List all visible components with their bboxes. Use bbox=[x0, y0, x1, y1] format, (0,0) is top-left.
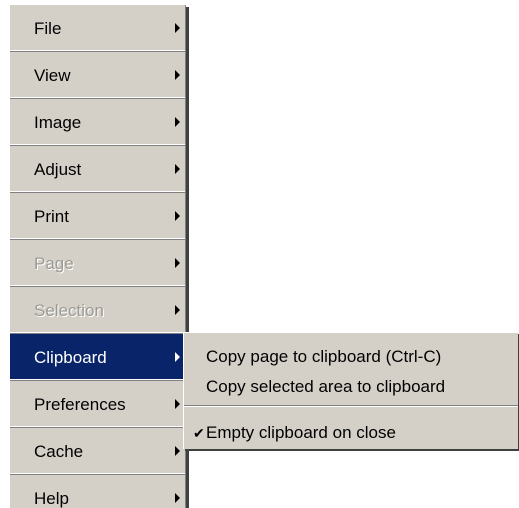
chevron-right-icon bbox=[175, 352, 180, 362]
clipboard-submenu: Copy page to clipboard (Ctrl-C) Copy sel… bbox=[183, 332, 518, 449]
chevron-right-icon bbox=[175, 493, 180, 503]
menu-item-label: Clipboard bbox=[34, 348, 107, 367]
menu-item-label: Print bbox=[34, 207, 69, 226]
menu-item-cache[interactable]: Cache bbox=[10, 428, 186, 475]
submenu-item-copy-selected-area[interactable]: Copy selected area to clipboard bbox=[184, 371, 518, 401]
chevron-right-icon bbox=[175, 305, 180, 315]
menu-item-label: Preferences bbox=[34, 395, 126, 414]
menu-separator bbox=[184, 405, 518, 407]
menu-item-label: Page bbox=[34, 254, 74, 273]
context-menu: File View Image Adjust Print Page Select… bbox=[8, 4, 186, 508]
chevron-right-icon bbox=[175, 399, 180, 409]
menu-item-label: Adjust bbox=[34, 160, 82, 179]
menu-item-selection[interactable]: Selection bbox=[10, 287, 186, 334]
check-icon: ✔ bbox=[193, 425, 205, 441]
menu-item-image[interactable]: Image bbox=[10, 99, 186, 146]
menu-item-preferences[interactable]: Preferences bbox=[10, 381, 186, 428]
submenu-item-label: Empty clipboard on close bbox=[206, 423, 396, 442]
menu-item-label: Selection bbox=[34, 301, 104, 320]
submenu-item-empty-on-close[interactable]: ✔ Empty clipboard on close bbox=[184, 417, 518, 447]
chevron-right-icon bbox=[175, 23, 180, 33]
menu-item-view[interactable]: View bbox=[10, 52, 186, 99]
submenu-item-label: Copy page to clipboard (Ctrl-C) bbox=[206, 347, 442, 366]
menu-item-label: Cache bbox=[34, 442, 84, 461]
submenu-item-label: Copy selected area to clipboard bbox=[206, 377, 446, 396]
menu-item-adjust[interactable]: Adjust bbox=[10, 146, 186, 193]
menu-item-label: Help bbox=[34, 489, 69, 508]
menu-item-label: Image bbox=[34, 113, 82, 132]
chevron-right-icon bbox=[175, 211, 180, 221]
menu-item-label: File bbox=[34, 19, 62, 38]
chevron-right-icon bbox=[175, 258, 180, 268]
app-canvas: File View Image Adjust Print Page Select… bbox=[0, 0, 519, 508]
chevron-right-icon bbox=[175, 70, 180, 80]
menu-item-print[interactable]: Print bbox=[10, 193, 186, 240]
menu-item-page[interactable]: Page bbox=[10, 240, 186, 287]
menu-item-clipboard[interactable]: Clipboard bbox=[10, 334, 186, 381]
chevron-right-icon bbox=[175, 446, 180, 456]
menu-item-file[interactable]: File bbox=[10, 5, 186, 52]
chevron-right-icon bbox=[175, 117, 180, 127]
submenu-item-copy-page[interactable]: Copy page to clipboard (Ctrl-C) bbox=[184, 341, 518, 371]
menu-item-help[interactable]: Help bbox=[10, 475, 186, 508]
menu-item-label: View bbox=[34, 66, 71, 85]
chevron-right-icon bbox=[175, 164, 180, 174]
